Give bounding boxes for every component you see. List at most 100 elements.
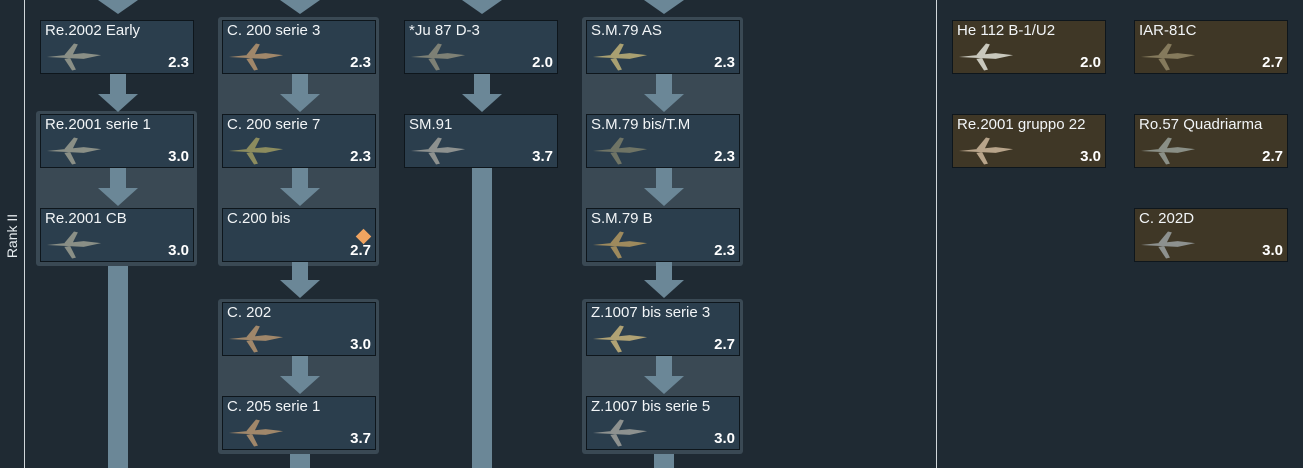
premium-card-re2001-gruppo-22[interactable]: Re.2001 gruppo 22 3.0	[952, 114, 1106, 168]
vehicle-name: C. 200 serie 3	[227, 22, 321, 39]
vehicle-name: Re.2002 Early	[45, 22, 141, 39]
vehicle-name: Z.1007 bis serie 3	[591, 304, 711, 321]
battle-rating: 3.0	[1080, 148, 1101, 165]
battle-rating: 3.0	[1262, 242, 1283, 259]
aircraft-icon	[410, 43, 466, 71]
vehicle-name: C. 202D	[1139, 210, 1195, 227]
vehicle-name: C. 200 serie 7	[227, 116, 321, 133]
battle-rating: 2.3	[714, 148, 735, 165]
aircraft-icon	[958, 137, 1014, 165]
tree-arrow	[280, 188, 320, 206]
aircraft-icon	[228, 43, 284, 71]
aircraft-icon	[958, 43, 1014, 71]
vehicle-card-sm79-b[interactable]: S.M.79 B 2.3	[586, 208, 740, 262]
vehicle-card-sm79-as[interactable]: S.M.79 AS 2.3	[586, 20, 740, 74]
tree-arrow-shaft	[292, 74, 308, 96]
vehicle-card-c200-bis[interactable]: C.200 bis 2.7	[222, 208, 376, 262]
vehicle-name: S.M.79 B	[591, 210, 653, 227]
aircraft-icon	[228, 325, 284, 353]
tree-arrow	[280, 280, 320, 298]
vehicle-name: IAR-81C	[1139, 22, 1197, 39]
vehicle-card-c205-serie-1[interactable]: C. 205 serie 1 3.7	[222, 396, 376, 450]
premium-card-iar-81c[interactable]: IAR-81C 2.7	[1134, 20, 1288, 74]
battle-rating: 2.3	[168, 54, 189, 71]
tree-arrow	[644, 188, 684, 206]
vehicle-name: He 112 B-1/U2	[957, 22, 1056, 39]
vehicle-card-z1007-bis-serie-3[interactable]: Z.1007 bis serie 3 2.7	[586, 302, 740, 356]
aircraft-icon	[1140, 43, 1196, 71]
tree-arrow	[280, 0, 320, 14]
vehicle-name: S.M.79 bis/T.M	[591, 116, 691, 133]
aircraft-icon	[592, 325, 648, 353]
aircraft-icon	[592, 137, 648, 165]
battle-rating: 3.0	[350, 336, 371, 353]
vehicle-name: Re.2001 gruppo 22	[957, 116, 1086, 133]
battle-rating: 3.0	[168, 148, 189, 165]
premium-divider	[936, 0, 937, 468]
vehicle-card-sm79-bis-tm[interactable]: S.M.79 bis/T.M 2.3	[586, 114, 740, 168]
tree-arrow	[280, 94, 320, 112]
battle-rating: 2.7	[1262, 54, 1283, 71]
tree-arrow	[644, 376, 684, 394]
battle-rating: 2.3	[350, 148, 371, 165]
vehicle-name: S.M.79 AS	[591, 22, 662, 39]
tree-arrow	[98, 94, 138, 112]
tree-arrow	[644, 94, 684, 112]
vehicle-card-re2002-early[interactable]: Re.2002 Early 2.3	[40, 20, 194, 74]
premium-card-ro57-quadriarma[interactable]: Ro.57 Quadriarma 2.7	[1134, 114, 1288, 168]
vehicle-card-c202[interactable]: C. 202 3.0	[222, 302, 376, 356]
vehicle-name: Re.2001 CB	[45, 210, 127, 227]
vehicle-card-re2001-serie-1[interactable]: Re.2001 serie 1 3.0	[40, 114, 194, 168]
vehicle-name: Ro.57 Quadriarma	[1139, 116, 1263, 133]
aircraft-icon	[1140, 231, 1196, 259]
tree-arrow-shaft	[292, 262, 308, 280]
vehicle-card-z1007-bis-serie-5[interactable]: Z.1007 bis serie 5 3.0	[586, 396, 740, 450]
rank-label: Rank II	[4, 213, 20, 259]
battle-rating: 3.7	[350, 430, 371, 447]
tree-arrow-shaft	[474, 74, 490, 96]
vehicle-card-ju87-d3[interactable]: *Ju 87 D-3 2.0	[404, 20, 558, 74]
tree-arrow-shaft	[110, 74, 126, 96]
tree-arrow-shaft	[656, 262, 672, 280]
aircraft-icon	[410, 137, 466, 165]
aircraft-icon	[228, 137, 284, 165]
battle-rating: 2.3	[714, 242, 735, 259]
vehicle-name: C. 202	[227, 304, 272, 321]
premium-card-c202d[interactable]: C. 202D 3.0	[1134, 208, 1288, 262]
vehicle-card-c200-serie-7[interactable]: C. 200 serie 7 2.3	[222, 114, 376, 168]
aircraft-icon	[592, 43, 648, 71]
tree-connector-stem	[472, 168, 492, 468]
aircraft-icon	[46, 231, 102, 259]
tree-connector-stem	[290, 454, 310, 468]
vehicle-card-c200-serie-3[interactable]: C. 200 serie 3 2.3	[222, 20, 376, 74]
tree-arrow-shaft	[656, 356, 672, 378]
tree-arrow-shaft	[656, 168, 672, 190]
tree-connector-stem	[654, 454, 674, 468]
battle-rating: 2.3	[714, 54, 735, 71]
battle-rating: 2.3	[350, 54, 371, 71]
battle-rating: 3.0	[168, 242, 189, 259]
tree-connector-stem	[108, 266, 128, 468]
tree-arrow-shaft	[292, 356, 308, 378]
vehicle-card-sm91[interactable]: SM.91 3.7	[404, 114, 558, 168]
battle-rating: 2.7	[714, 336, 735, 353]
battle-rating: 2.7	[350, 242, 371, 259]
tree-arrow	[98, 0, 138, 14]
aircraft-icon	[592, 419, 648, 447]
vehicle-name: C. 205 serie 1	[227, 398, 321, 415]
aircraft-icon	[46, 137, 102, 165]
premium-card-he112-b1-u2[interactable]: He 112 B-1/U2 2.0	[952, 20, 1106, 74]
battle-rating: 3.7	[532, 148, 553, 165]
tree-arrow	[462, 0, 502, 14]
vehicle-card-re2001-cb[interactable]: Re.2001 CB 3.0	[40, 208, 194, 262]
tree-arrow	[98, 188, 138, 206]
battle-rating: 2.0	[1080, 54, 1101, 71]
tree-arrow	[462, 94, 502, 112]
vehicle-name: Re.2001 serie 1	[45, 116, 151, 133]
tree-arrow	[644, 0, 684, 14]
tree-arrow-shaft	[656, 74, 672, 96]
battle-rating: 2.7	[1262, 148, 1283, 165]
tree-arrow-shaft	[292, 168, 308, 190]
vehicle-name: SM.91	[409, 116, 453, 133]
battle-rating: 2.0	[532, 54, 553, 71]
